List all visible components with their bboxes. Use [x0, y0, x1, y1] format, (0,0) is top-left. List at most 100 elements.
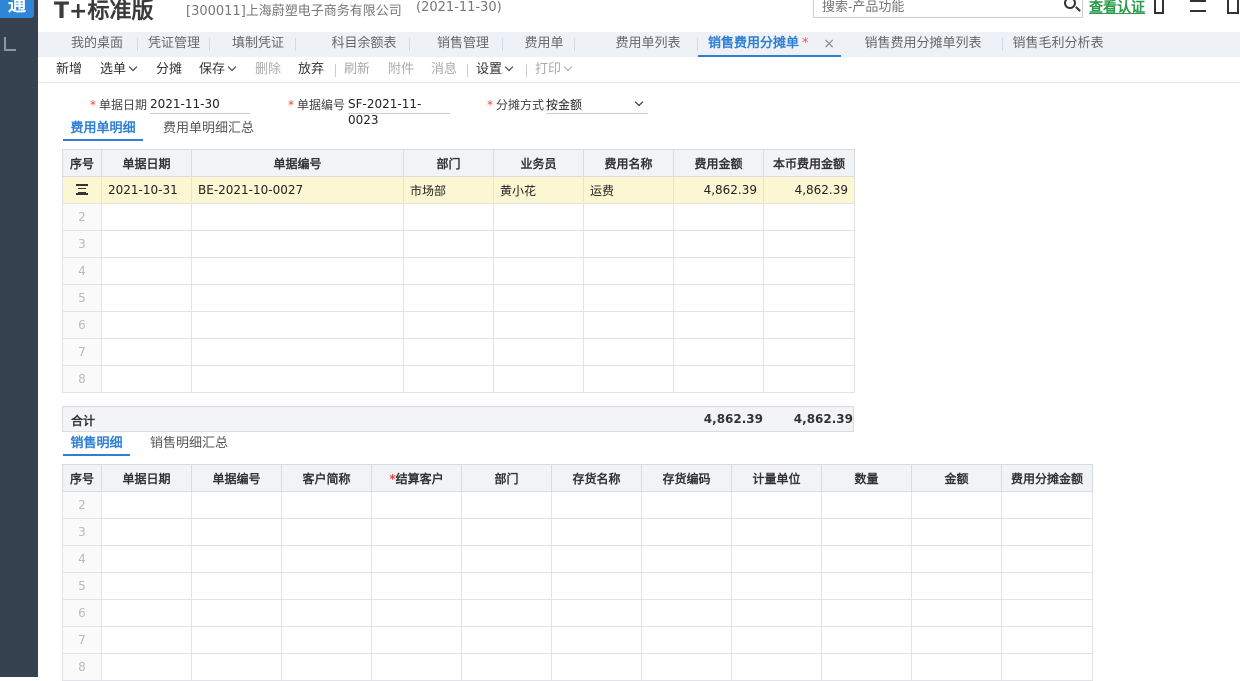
row-index[interactable]	[62, 176, 102, 204]
column-header[interactable]: 本币费用金额	[763, 149, 855, 177]
table-cell[interactable]	[673, 203, 764, 231]
table-cell[interactable]	[191, 284, 404, 312]
tab-sales-mgmt[interactable]: 销售管理	[423, 32, 503, 57]
table-row[interactable]: 8	[62, 365, 855, 393]
column-header[interactable]: 存货名称	[551, 464, 642, 492]
table-cell[interactable]	[101, 365, 192, 393]
select-button[interactable]: 选单	[100, 61, 138, 79]
message-button[interactable]: 消息	[431, 61, 457, 79]
table-cell[interactable]	[101, 626, 192, 654]
tab-expense-bill[interactable]: 费用单	[513, 32, 575, 57]
column-header[interactable]: *结算客户	[371, 464, 462, 492]
table-cell[interactable]	[763, 284, 855, 312]
search-input[interactable]	[822, 0, 1052, 15]
table-cell[interactable]	[191, 338, 404, 366]
table-cell[interactable]	[641, 545, 732, 573]
table-cell[interactable]	[911, 599, 1002, 627]
table-cell[interactable]	[191, 230, 404, 258]
table-cell[interactable]	[583, 284, 674, 312]
bill-code-field[interactable]: SF-2021-11-0023	[348, 96, 450, 127]
table-cell[interactable]	[911, 572, 1002, 600]
table-cell[interactable]	[1001, 572, 1093, 600]
tab-voucher-mgmt[interactable]: 凭证管理	[138, 32, 210, 57]
tab-sales-detail[interactable]: 销售明细	[63, 434, 130, 456]
delete-button[interactable]: 删除	[255, 61, 281, 79]
table-cell[interactable]	[191, 365, 404, 393]
allocation-method-select[interactable]: 按金额	[546, 96, 648, 114]
column-header[interactable]: 部门	[461, 464, 552, 492]
table-cell[interactable]	[821, 599, 912, 627]
table-cell[interactable]	[281, 626, 372, 654]
table-cell[interactable]	[191, 626, 282, 654]
table-cell[interactable]	[911, 626, 1002, 654]
table-cell[interactable]	[821, 545, 912, 573]
table-cell[interactable]	[461, 545, 552, 573]
table-cell[interactable]	[821, 518, 912, 546]
table-cell[interactable]	[911, 491, 1002, 519]
table-cell[interactable]	[371, 491, 462, 519]
table-cell[interactable]	[1001, 518, 1093, 546]
table-cell[interactable]	[281, 572, 372, 600]
table-cell[interactable]	[763, 338, 855, 366]
table-cell[interactable]	[101, 518, 192, 546]
table-cell[interactable]	[281, 545, 372, 573]
settings-button[interactable]: 设置	[476, 61, 514, 79]
app-logo[interactable]: 通	[0, 0, 34, 18]
table-cell[interactable]	[191, 311, 404, 339]
task-list-icon[interactable]	[1190, 0, 1206, 12]
table-cell[interactable]	[281, 491, 372, 519]
table-row[interactable]: 6	[62, 311, 855, 339]
table-cell[interactable]	[461, 572, 552, 600]
table-cell[interactable]	[551, 491, 642, 519]
table-cell[interactable]	[191, 203, 404, 231]
search-icon[interactable]	[1064, 0, 1076, 9]
table-cell[interactable]	[583, 257, 674, 285]
table-cell[interactable]	[731, 572, 822, 600]
table-cell[interactable]	[1001, 491, 1093, 519]
table-cell[interactable]	[821, 491, 912, 519]
table-cell[interactable]	[731, 518, 822, 546]
table-cell[interactable]	[493, 284, 584, 312]
table-cell[interactable]	[763, 203, 855, 231]
table-cell[interactable]	[403, 284, 494, 312]
table-row[interactable]: 7	[62, 338, 855, 366]
tab-sales-summary[interactable]: 销售明细汇总	[150, 434, 228, 456]
tab-sales-profit-analysis[interactable]: 销售毛利分析表	[998, 32, 1118, 57]
calculator-icon[interactable]	[1154, 0, 1164, 14]
print-button[interactable]: 打印	[535, 61, 573, 79]
row-menu-icon[interactable]	[76, 184, 88, 195]
close-tab-icon[interactable]: ×	[823, 32, 835, 56]
column-header[interactable]: 单据日期	[101, 149, 192, 177]
table-cell[interactable]	[191, 257, 404, 285]
cell-local-amount[interactable]: 4,862.39	[763, 176, 855, 204]
table-cell[interactable]	[403, 365, 494, 393]
table-cell[interactable]	[191, 572, 282, 600]
table-cell[interactable]	[191, 599, 282, 627]
table-row[interactable]: 7	[62, 626, 1093, 654]
cell-expense-name[interactable]: 运费	[583, 176, 674, 204]
column-header[interactable]: 客户简称	[281, 464, 372, 492]
table-cell[interactable]	[583, 311, 674, 339]
table-cell[interactable]	[551, 572, 642, 600]
column-header[interactable]: 费用金额	[673, 149, 764, 177]
table-cell[interactable]	[641, 518, 732, 546]
table-row[interactable]: 3	[62, 230, 855, 258]
cell-amount[interactable]: 4,862.39	[673, 176, 764, 204]
column-header[interactable]: 业务员	[493, 149, 584, 177]
table-cell[interactable]	[371, 518, 462, 546]
table-cell[interactable]	[281, 518, 372, 546]
table-cell[interactable]	[1001, 599, 1093, 627]
refresh-button[interactable]: 刷新	[344, 61, 370, 79]
table-cell[interactable]	[821, 626, 912, 654]
table-cell[interactable]	[101, 599, 192, 627]
allocate-button[interactable]: 分摊	[156, 61, 182, 79]
table-cell[interactable]	[641, 653, 732, 681]
table-cell[interactable]	[403, 338, 494, 366]
table-cell[interactable]	[763, 311, 855, 339]
table-cell[interactable]	[731, 653, 822, 681]
table-cell[interactable]	[583, 230, 674, 258]
attachment-button[interactable]: 附件	[388, 61, 414, 79]
column-header[interactable]: 费用名称	[583, 149, 674, 177]
table-row[interactable]: 5	[62, 284, 855, 312]
cell-code[interactable]: BE-2021-10-0027	[191, 176, 404, 204]
